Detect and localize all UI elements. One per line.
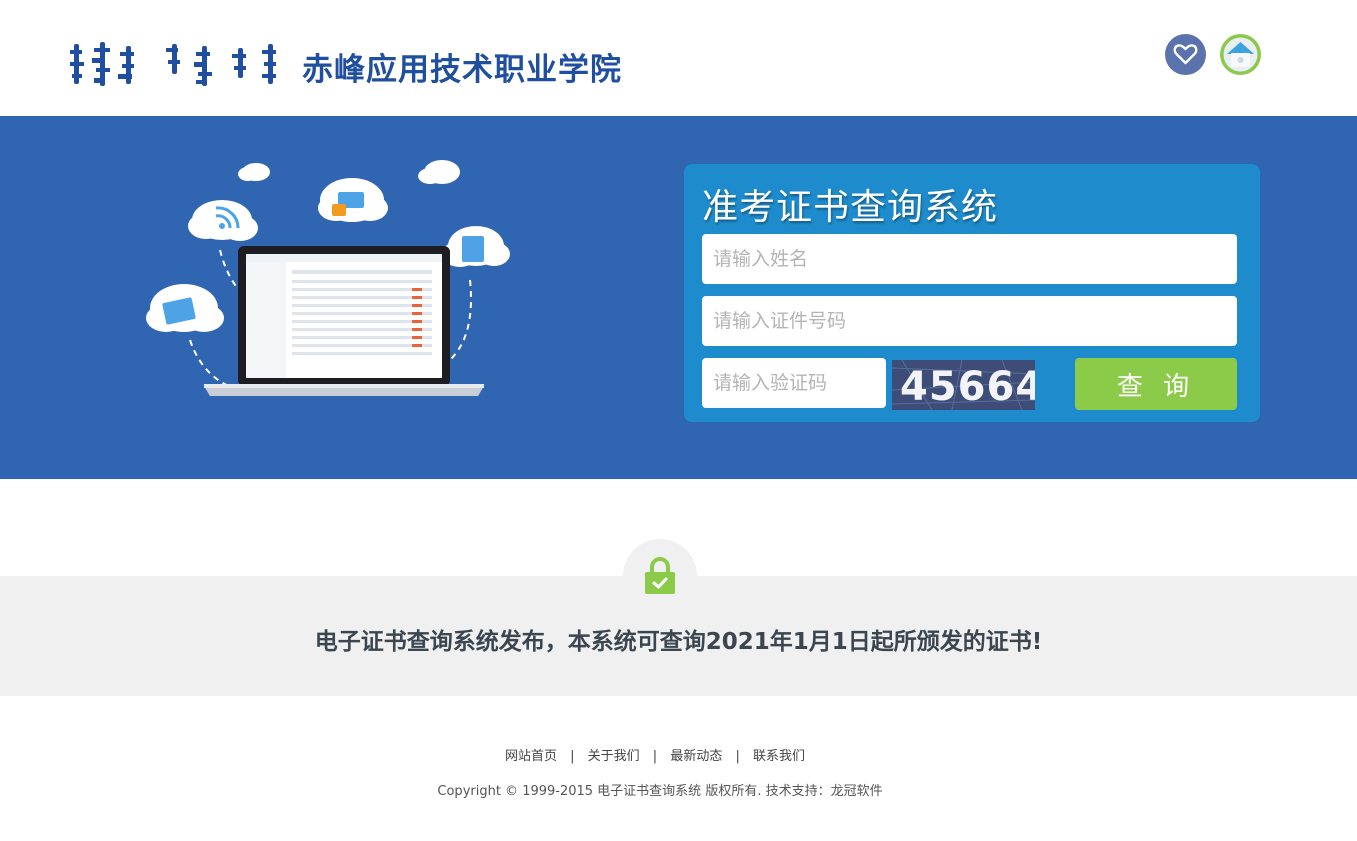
captcha-input[interactable] (702, 358, 886, 408)
page-header: 赤峰应用技术职业学院 (0, 0, 1357, 116)
notice-text: 电子证书查询系统发布，本系统可查询2021年1月1日起所颁发的证书! (314, 629, 1043, 655)
lock-check-icon (645, 557, 675, 594)
home-icon (1223, 37, 1258, 72)
favorite-button[interactable] (1165, 34, 1206, 75)
footer-links: 网站首页 | 关于我们 | 最新动态 | 联系我们 (0, 745, 1310, 764)
laptop-cloud-illustration (146, 160, 510, 396)
mongolian-script-logo (70, 42, 276, 86)
footer-link-news[interactable]: 最新动态 (670, 749, 722, 764)
heart-icon (1173, 44, 1198, 65)
name-input[interactable] (702, 234, 1237, 284)
home-button[interactable] (1220, 34, 1261, 75)
footer-separator: | (735, 749, 740, 764)
panel-title: 准考证书查询系统 (702, 187, 999, 228)
footer-link-home[interactable]: 网站首页 (505, 749, 557, 764)
id-number-input[interactable] (702, 296, 1237, 346)
captcha-image[interactable]: 45664 (892, 360, 1035, 410)
query-panel: 准考证书查询系统 45664 查 询 (684, 164, 1260, 422)
footer-link-contact[interactable]: 联系我们 (753, 749, 805, 764)
footer-separator: | (570, 749, 575, 764)
banner: 准考证书查询系统 45664 查 询 (0, 116, 1357, 479)
copyright-text: Copyright © 1999-2015 电子证书查询系统 版权所有. 技术支… (437, 784, 883, 799)
captcha-code: 45664 (900, 364, 1035, 410)
query-button[interactable]: 查 询 (1075, 358, 1237, 410)
footer-separator: | (652, 749, 658, 764)
footer-link-about[interactable]: 关于我们 (588, 749, 640, 764)
school-name: 赤峰应用技术职业学院 (302, 52, 622, 88)
